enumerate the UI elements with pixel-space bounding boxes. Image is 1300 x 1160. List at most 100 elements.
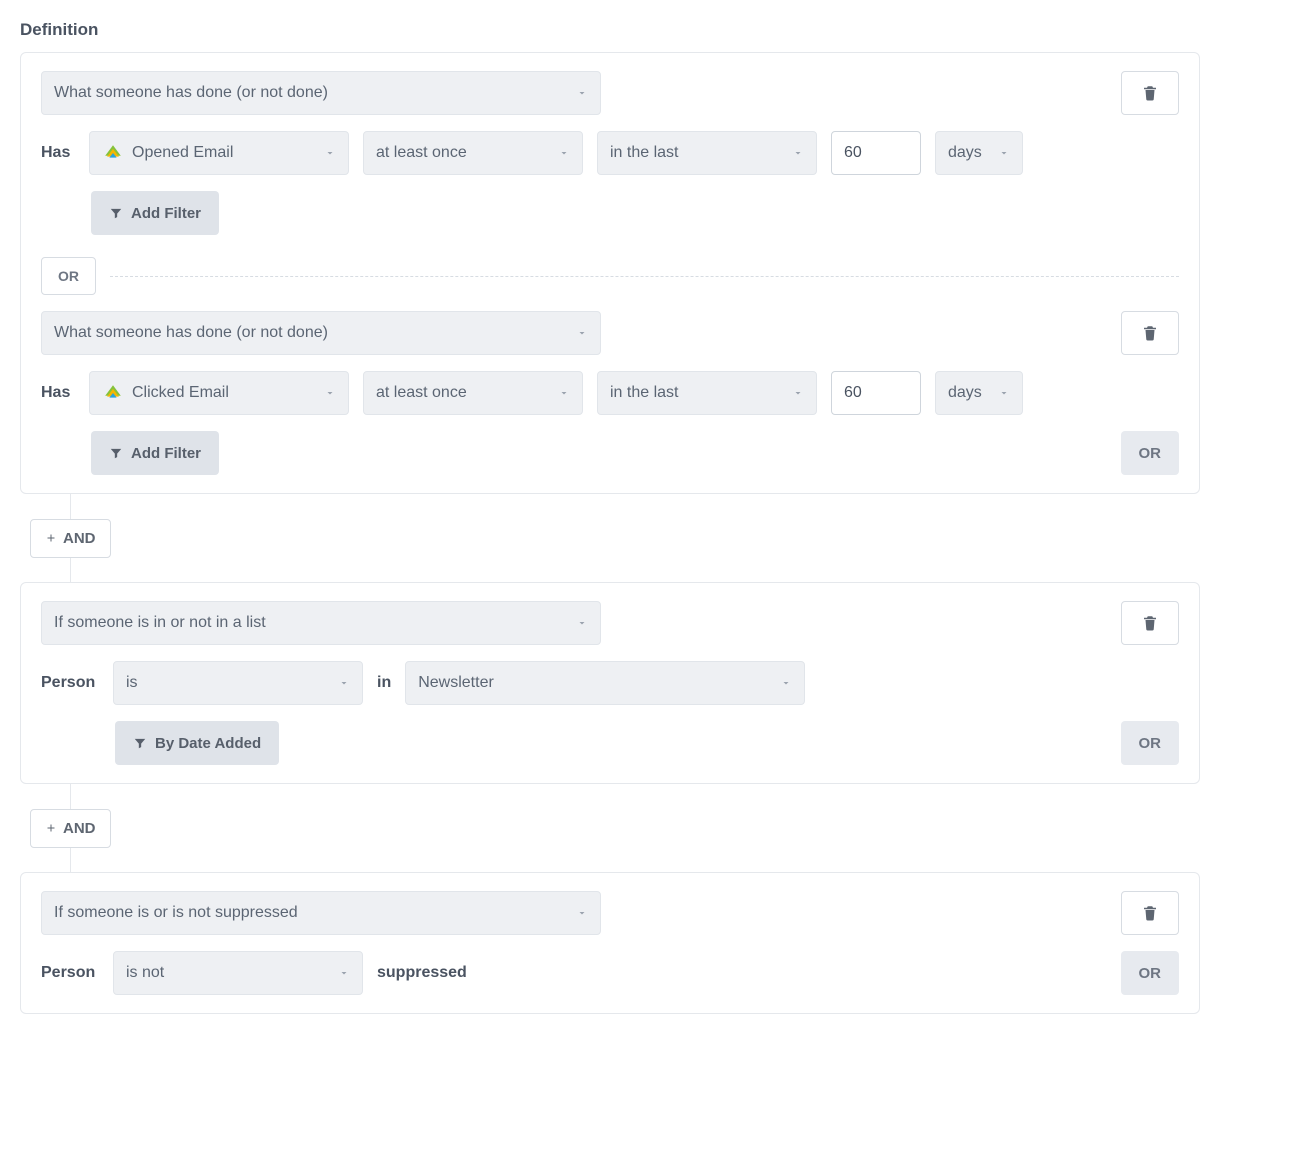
group3-header: If someone is or is not suppressed xyxy=(41,891,1179,935)
condition-1-details: Has Opened Email at least once in the la… xyxy=(41,131,1179,175)
chevron-down-icon xyxy=(776,147,804,159)
chevron-down-icon xyxy=(560,327,588,339)
or-divider-row: OR xyxy=(41,257,1179,295)
add-and-button[interactable]: AND xyxy=(30,809,111,848)
funnel-icon xyxy=(133,736,147,750)
trash-icon xyxy=(1141,84,1159,102)
funnel-icon xyxy=(109,206,123,220)
and-connector-1: AND xyxy=(20,494,1200,582)
chevron-down-icon xyxy=(764,677,792,689)
add-or-button[interactable]: OR xyxy=(1121,721,1180,765)
add-filter-label: Add Filter xyxy=(131,205,201,222)
by-date-added-label: By Date Added xyxy=(155,735,261,752)
condition-2-details: Has Clicked Email at least once in the l… xyxy=(41,371,1179,415)
group2-footer: By Date Added OR xyxy=(41,721,1179,765)
group3-details: Person is not suppressed OR xyxy=(41,951,1179,995)
and-label: AND xyxy=(63,530,96,547)
section-title: Definition xyxy=(20,20,1200,40)
frequency-label: at least once xyxy=(376,384,467,402)
unit-select[interactable]: days xyxy=(935,131,1023,175)
chevron-down-icon xyxy=(542,147,570,159)
range-label: in the last xyxy=(610,384,678,402)
plus-icon xyxy=(45,532,57,544)
operator-select[interactable]: is not xyxy=(113,951,363,995)
condition-type-label: If someone is or is not suppressed xyxy=(54,904,298,922)
value-input[interactable]: 60 xyxy=(831,371,921,415)
operator-label: is xyxy=(126,674,138,692)
chevron-down-icon xyxy=(776,387,804,399)
in-label: in xyxy=(377,674,391,692)
chevron-down-icon xyxy=(308,387,336,399)
range-select[interactable]: in the last xyxy=(597,371,817,415)
klaviyo-icon xyxy=(102,382,124,404)
add-filter-button[interactable]: Add Filter xyxy=(91,431,219,475)
or-pill: OR xyxy=(41,257,96,295)
chevron-down-icon xyxy=(308,147,336,159)
person-label: Person xyxy=(41,674,99,692)
chevron-down-icon xyxy=(542,387,570,399)
group2-details: Person is in Newsletter xyxy=(41,661,1179,705)
list-name: Newsletter xyxy=(418,674,494,692)
condition-type-label: If someone is in or not in a list xyxy=(54,614,266,632)
trash-icon xyxy=(1141,614,1159,632)
delete-condition-button[interactable] xyxy=(1121,601,1179,645)
chevron-down-icon xyxy=(560,87,588,99)
chevron-down-icon xyxy=(560,907,588,919)
event-select[interactable]: Clicked Email xyxy=(89,371,349,415)
event-select[interactable]: Opened Email xyxy=(89,131,349,175)
condition-type-select[interactable]: What someone has done (or not done) xyxy=(41,311,601,355)
add-filter-row-1: Add Filter xyxy=(41,191,1179,235)
value-input[interactable]: 60 xyxy=(831,131,921,175)
condition-type-select[interactable]: If someone is or is not suppressed xyxy=(41,891,601,935)
trash-icon xyxy=(1141,904,1159,922)
chevron-down-icon xyxy=(322,967,350,979)
operator-select[interactable]: is xyxy=(113,661,363,705)
frequency-select[interactable]: at least once xyxy=(363,131,583,175)
condition-type-select[interactable]: What someone has done (or not done) xyxy=(41,71,601,115)
value-text: 60 xyxy=(844,384,862,402)
add-or-button[interactable]: OR xyxy=(1121,431,1180,475)
and-label: AND xyxy=(63,820,96,837)
condition-2-header: What someone has done (or not done) xyxy=(41,311,1179,355)
chevron-down-icon xyxy=(322,677,350,689)
person-label: Person xyxy=(41,964,99,982)
suppressed-label: suppressed xyxy=(377,964,467,982)
plus-icon xyxy=(45,822,57,834)
definition-container: Definition What someone has done (or not… xyxy=(20,20,1200,1014)
has-label: Has xyxy=(41,384,75,402)
chevron-down-icon xyxy=(982,147,1010,159)
add-filter-row-2: Add Filter OR xyxy=(41,431,1179,475)
range-select[interactable]: in the last xyxy=(597,131,817,175)
add-filter-label: Add Filter xyxy=(131,445,201,462)
value-text: 60 xyxy=(844,144,862,162)
group2-header: If someone is in or not in a list xyxy=(41,601,1179,645)
operator-label: is not xyxy=(126,964,164,982)
add-filter-button[interactable]: Add Filter xyxy=(91,191,219,235)
condition-group-1: What someone has done (or not done) Has … xyxy=(20,52,1200,494)
klaviyo-icon xyxy=(102,142,124,164)
add-or-button[interactable]: OR xyxy=(1121,951,1180,995)
unit-label: days xyxy=(948,384,982,402)
trash-icon xyxy=(1141,324,1159,342)
add-and-button[interactable]: AND xyxy=(30,519,111,558)
event-label: Clicked Email xyxy=(132,384,229,402)
unit-label: days xyxy=(948,144,982,162)
range-label: in the last xyxy=(610,144,678,162)
delete-condition-button[interactable] xyxy=(1121,71,1179,115)
unit-select[interactable]: days xyxy=(935,371,1023,415)
delete-condition-button[interactable] xyxy=(1121,891,1179,935)
chevron-down-icon xyxy=(982,387,1010,399)
by-date-added-button[interactable]: By Date Added xyxy=(115,721,279,765)
delete-condition-button[interactable] xyxy=(1121,311,1179,355)
chevron-down-icon xyxy=(560,617,588,629)
condition-type-label: What someone has done (or not done) xyxy=(54,84,328,102)
has-label: Has xyxy=(41,144,75,162)
and-connector-2: AND xyxy=(20,784,1200,872)
condition-group-3: If someone is or is not suppressed Perso… xyxy=(20,872,1200,1014)
condition-type-label: What someone has done (or not done) xyxy=(54,324,328,342)
dashed-divider xyxy=(110,276,1179,277)
condition-type-select[interactable]: If someone is in or not in a list xyxy=(41,601,601,645)
funnel-icon xyxy=(109,446,123,460)
frequency-select[interactable]: at least once xyxy=(363,371,583,415)
list-select[interactable]: Newsletter xyxy=(405,661,805,705)
